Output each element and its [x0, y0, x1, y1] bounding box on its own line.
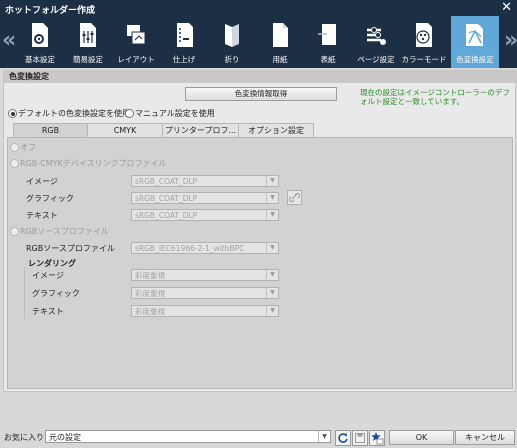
tool-basic-settings[interactable]: 基本設定	[16, 19, 64, 66]
rendering-text-select[interactable]: 彩度重視 ▼	[131, 305, 279, 317]
tool-label: 色変換設定	[456, 55, 494, 64]
select-value: sRGB_IEC61966-2-1_withBPC	[135, 244, 245, 253]
radio-manual-label: マニュアル設定を使用	[135, 109, 215, 118]
ok-button[interactable]: OK	[389, 430, 454, 445]
chevron-down-icon: ▼	[266, 288, 278, 298]
cancel-button[interactable]: キャンセル	[455, 430, 515, 445]
radio-source-profile[interactable]	[10, 227, 19, 236]
select-value: 元の設定	[49, 433, 81, 442]
select-value: 彩度重視	[135, 271, 165, 280]
tool-fold[interactable]: 折り	[208, 19, 256, 66]
paper-icon	[273, 23, 288, 47]
toolbar-next-icon[interactable]: »	[504, 28, 517, 53]
tab-option-settings[interactable]: オプション設定	[238, 123, 314, 138]
tool-easy-settings[interactable]: 簡易設定	[64, 19, 112, 66]
select-value: sRGB_COAT_DLP	[135, 211, 198, 220]
tab-printer-profile[interactable]: プリンタープロフ...	[162, 123, 239, 138]
footer-bar: お気に入り 元の設定 ▼ OK キャンセル	[0, 427, 517, 448]
settings-toolbar: « » 基本設定 簡易設定 レイアウト 仕上げ 折り 用紙 表紙 ページ設定 カ…	[0, 16, 517, 68]
tool-layout[interactable]: レイアウト	[112, 19, 160, 66]
select-value: sRGB_COAT_DLP	[135, 177, 198, 186]
status-note: 現在の設定はイメージコントローラーのデフォルト設定と一致しています。	[360, 88, 510, 106]
chevron-down-icon: ▼	[266, 176, 278, 186]
select-value: 彩度重視	[135, 289, 165, 298]
chevron-down-icon: ▼	[266, 270, 278, 280]
get-color-info-button[interactable]: 色変換情報取得	[185, 87, 337, 101]
close-icon[interactable]: ✕	[501, 0, 512, 15]
section-title: 色変換設定	[4, 71, 517, 83]
color-conversion-icon	[466, 24, 483, 46]
tool-paper[interactable]: 用紙	[256, 19, 304, 66]
window-title: ホットフォルダー作成	[5, 6, 96, 16]
radio-devicelink-profile[interactable]	[10, 159, 19, 168]
radio-default-settings[interactable]	[8, 109, 17, 118]
favorites-select[interactable]: 元の設定 ▼	[45, 430, 331, 443]
cover-icon	[318, 24, 336, 45]
devlink-text-select[interactable]: sRGB_COAT_DLP ▼	[131, 209, 279, 221]
radio-default-label: デフォルトの色変換設定を使用	[18, 109, 130, 118]
title-bar: ホットフォルダー作成 ✕	[0, 0, 517, 16]
rendering-graphic-select[interactable]: 彩度重視 ▼	[131, 287, 279, 299]
select-value: sRGB_COAT_DLP	[135, 194, 198, 203]
tab-cmyk[interactable]: CMYK	[87, 123, 163, 138]
color-mode-icon	[416, 23, 432, 47]
tool-cover[interactable]: 表紙	[304, 19, 352, 66]
refresh-icon[interactable]	[335, 430, 351, 446]
source-profile-title: RGBソースプロファイル	[20, 227, 109, 236]
radio-manual-settings[interactable]	[125, 109, 134, 118]
source-profile-label: RGBソースプロファイル	[26, 244, 115, 253]
rendering-image-select[interactable]: 彩度重視 ▼	[131, 269, 279, 281]
source-profile-select[interactable]: sRGB_IEC61966-2-1_withBPC ▼	[131, 242, 279, 254]
rendering-graphic-label: グラフィック	[32, 289, 80, 298]
page-settings-icon	[367, 27, 386, 45]
finishing-icon	[177, 23, 193, 47]
layout-icon	[127, 25, 146, 45]
chevron-down-icon: ▼	[318, 431, 330, 442]
devicelink-title: RGB-CMYKデバイスリンクプロファイル	[20, 159, 167, 168]
toolbar-prev-icon[interactable]: «	[2, 28, 16, 53]
chevron-down-icon: ▼	[266, 306, 278, 316]
radio-off[interactable]	[10, 143, 19, 152]
rendering-text-label: テキスト	[32, 307, 64, 316]
rgb-tab-content: オフ RGB-CMYKデバイスリンクプロファイル イメージ sRGB_COAT_…	[7, 137, 513, 389]
tool-color-mode[interactable]: カラーモード	[400, 19, 448, 66]
sliders-icon	[80, 23, 96, 47]
devlink-image-select[interactable]: sRGB_COAT_DLP ▼	[131, 175, 279, 187]
link-icon[interactable]	[287, 190, 302, 205]
chevron-down-icon: ▼	[266, 243, 278, 253]
rendering-image-label: イメージ	[32, 271, 64, 280]
color-conversion-panel: 色変換設定 色変換情報取得 現在の設定はイメージコントローラーのデフォルト設定と…	[3, 70, 517, 392]
radio-off-label: オフ	[20, 143, 36, 152]
tool-page-settings[interactable]: ページ設定	[352, 19, 400, 66]
devlink-image-label: イメージ	[26, 177, 58, 186]
favorites-label: お気に入り	[4, 433, 44, 442]
save-icon[interactable]	[352, 430, 368, 446]
gear-document-icon	[32, 23, 48, 47]
devlink-graphic-label: グラフィック	[26, 194, 74, 203]
favorite-settings-icon[interactable]	[369, 430, 385, 446]
tool-finishing[interactable]: 仕上げ	[160, 19, 208, 66]
devlink-text-label: テキスト	[26, 211, 58, 220]
tool-color-conversion[interactable]: 色変換設定	[451, 16, 499, 68]
devlink-graphic-select[interactable]: sRGB_COAT_DLP ▼	[131, 192, 279, 204]
chevron-down-icon: ▼	[266, 210, 278, 220]
select-value: 彩度重視	[135, 307, 165, 316]
tool-label: カラーモード	[401, 55, 447, 64]
fold-icon	[225, 24, 239, 47]
chevron-down-icon: ▼	[266, 193, 278, 203]
